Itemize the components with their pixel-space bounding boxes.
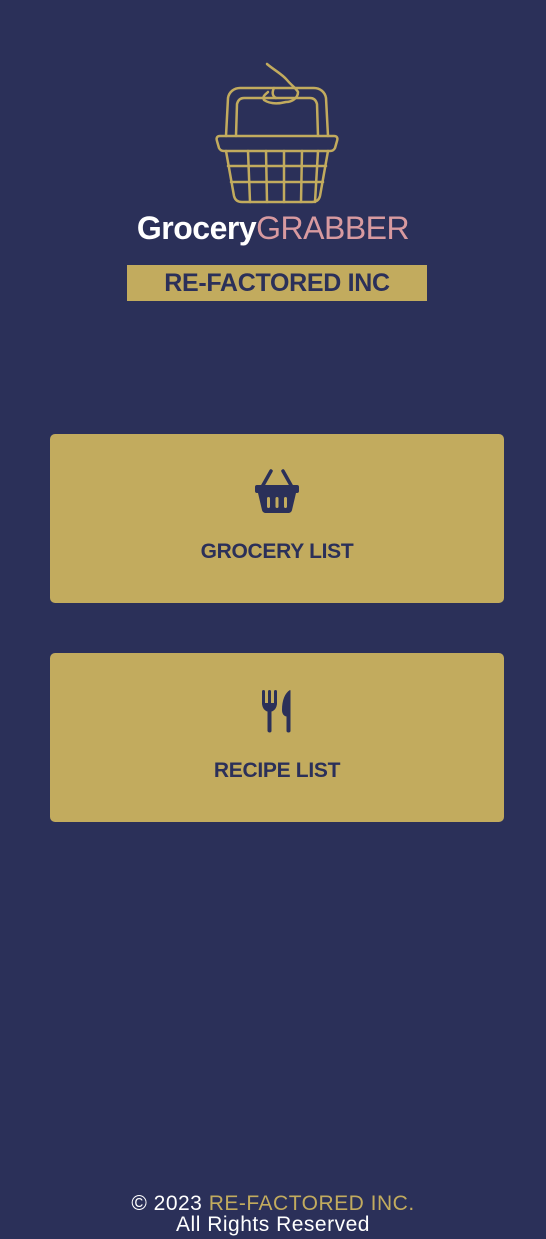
brand-name: GroceryGRABBER [0, 210, 546, 247]
brand-name-grabber: GRABBER [256, 210, 410, 246]
recipe-list-label: RECIPE LIST [213, 759, 341, 782]
fork-knife-icon [262, 690, 291, 733]
footer: © 2023 RE-FACTORED INC. All Rights Reser… [0, 1193, 546, 1235]
footer-company-name: RE-FACTORED INC. [208, 1192, 415, 1215]
app-logo: GroceryGRABBER RE-FACTORED INC [0, 0, 546, 320]
brand-name-grocery: Grocery [136, 210, 257, 246]
footer-copyright: © 2023 [131, 1192, 203, 1215]
basket-with-hand-icon [215, 62, 339, 204]
footer-copyright-line: © 2023 RE-FACTORED INC. [0, 1193, 546, 1214]
grocery-list-label: GROCERY LIST [200, 540, 354, 563]
footer-rights: All Rights Reserved [176, 1213, 370, 1236]
company-banner: RE-FACTORED INC [127, 265, 427, 301]
recipe-list-button[interactable]: RECIPE LIST [50, 653, 504, 822]
shopping-basket-icon [255, 469, 299, 513]
grocery-list-button[interactable]: GROCERY LIST [50, 434, 504, 603]
